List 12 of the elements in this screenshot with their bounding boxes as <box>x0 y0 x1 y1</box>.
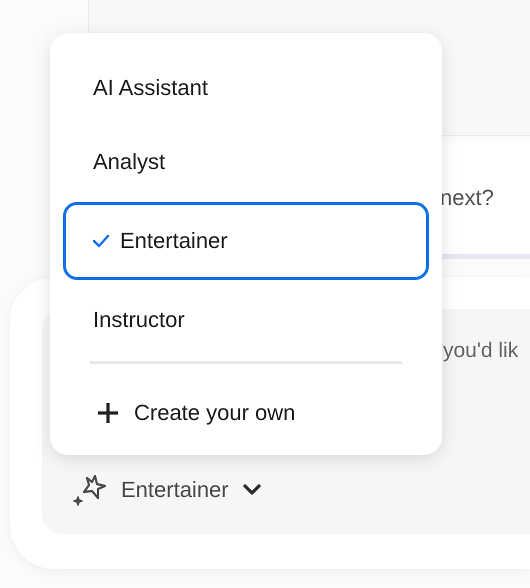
create-menu-item[interactable]: Create your own <box>63 376 429 450</box>
chevron-down-icon <box>242 484 261 496</box>
menu-item[interactable]: Instructor <box>63 283 429 357</box>
plus-icon <box>96 401 120 425</box>
checkmark-icon <box>92 234 110 248</box>
menu-item[interactable]: Analyst <box>63 125 429 199</box>
message-text: next? <box>440 185 494 210</box>
prompt-field[interactable]: you'd lik <box>443 339 530 369</box>
persona-button[interactable]: Entertainer <box>73 474 261 506</box>
sparkle-icon <box>73 474 107 506</box>
menu-item[interactable]: Entertainer <box>63 202 429 280</box>
menu-item[interactable]: AI Assistant <box>63 51 429 125</box>
